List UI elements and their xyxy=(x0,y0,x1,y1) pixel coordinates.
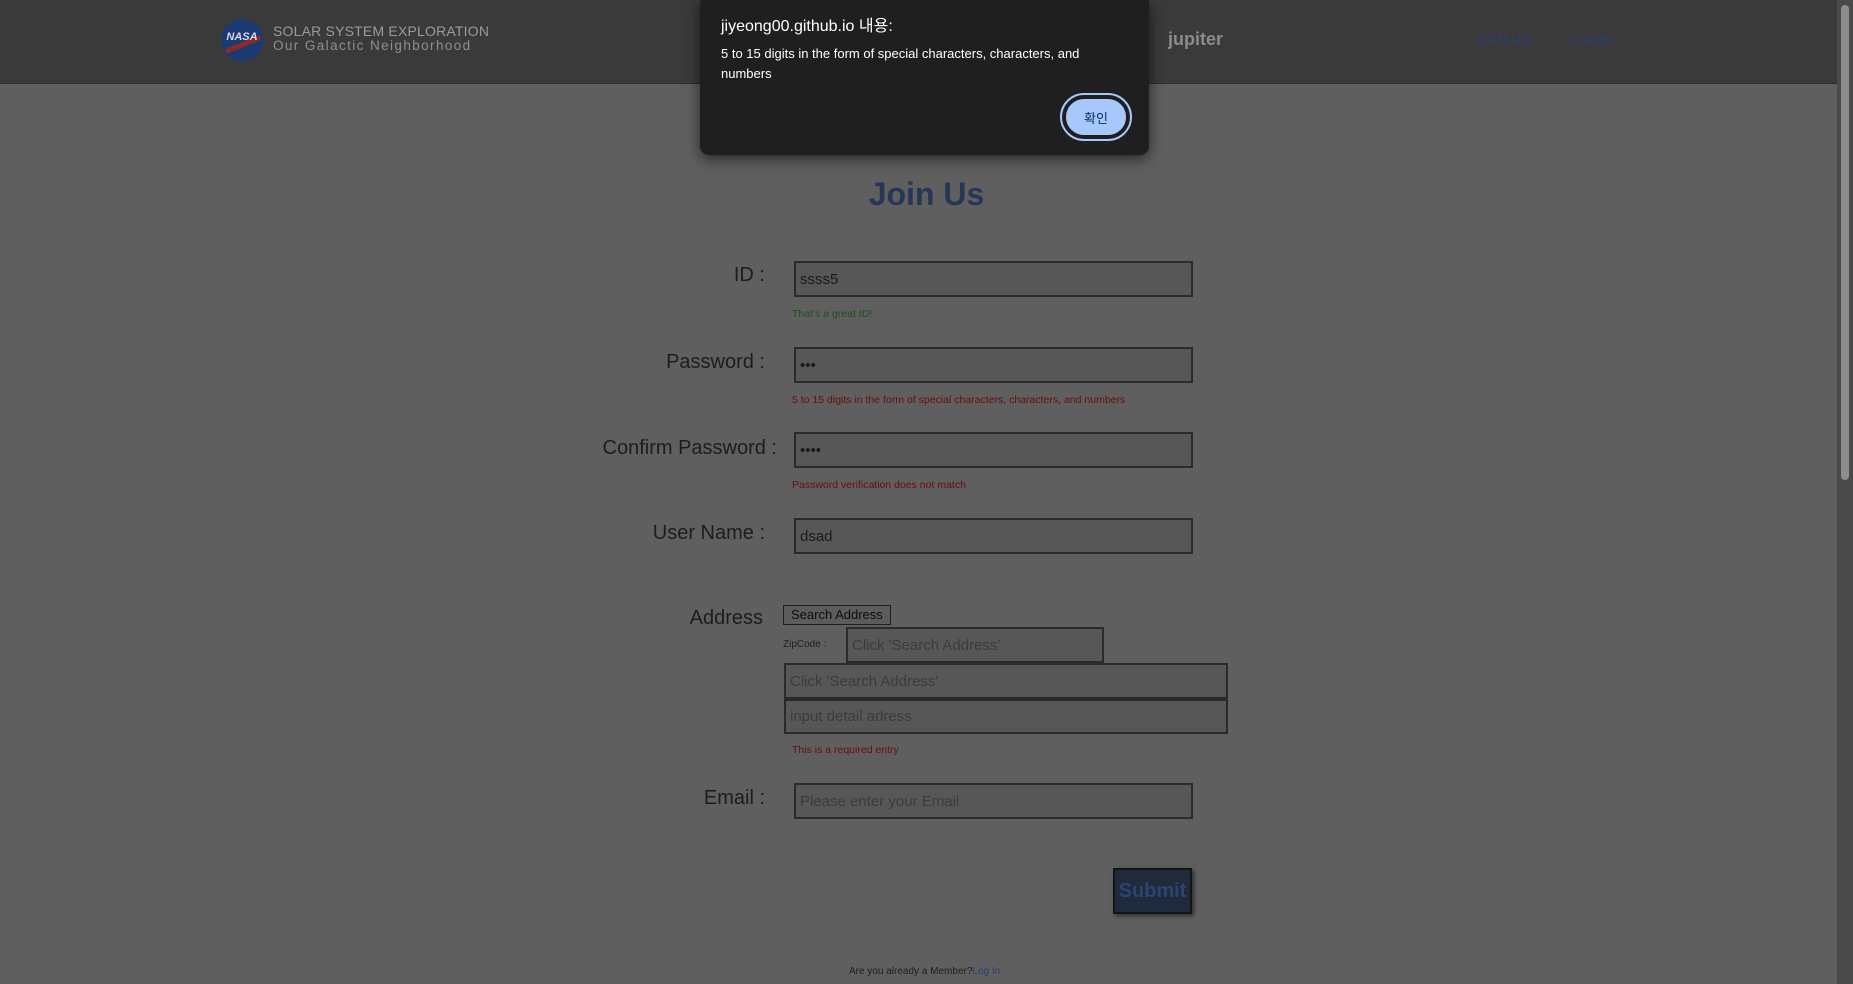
member-prompt-text: Are you already a Member? xyxy=(849,966,973,977)
user-name-label: User Name : xyxy=(652,522,765,544)
scrollbar-thumb[interactable] xyxy=(1841,5,1849,480)
nav-item-login[interactable]: LOGIN xyxy=(1569,31,1613,47)
id-input[interactable]: ssss5 xyxy=(794,261,1193,297)
confirm-password-input[interactable]: •••• xyxy=(794,432,1193,468)
zipcode-label: ZipCode : xyxy=(783,639,827,650)
id-validation-message: That's a great ID! xyxy=(792,308,873,320)
password-validation-message: 5 to 15 digits in the form of special ch… xyxy=(792,394,1126,406)
dialog-ok-button[interactable]: 확인 xyxy=(1060,93,1132,141)
password-label: Password : xyxy=(666,351,765,373)
address-detail-input[interactable]: input detail adress xyxy=(784,699,1228,734)
logo-text: NASA xyxy=(226,31,258,43)
address-label: Address xyxy=(689,607,763,629)
alert-dialog: jiyeong00.github.io 내용: 5 to 15 digits i… xyxy=(700,0,1149,155)
nav-item-join-us[interactable]: JOIN US xyxy=(1475,31,1530,47)
brand-title: SOLAR SYSTEM EXPLORATION xyxy=(273,23,490,39)
dialog-message: 5 to 15 digits in the form of special ch… xyxy=(721,46,1080,81)
nav-item-jupiter[interactable]: jupiter xyxy=(1168,29,1223,50)
address-validation-message: This is a required entry xyxy=(792,744,899,756)
user-name-input[interactable]: dsad xyxy=(794,518,1193,554)
login-link[interactable]: Log In xyxy=(972,966,1000,977)
search-address-button[interactable]: Search Address xyxy=(783,605,891,625)
email-label: Email : xyxy=(703,787,765,809)
submit-button[interactable]: Submit xyxy=(1113,868,1192,914)
address-input[interactable]: Click 'Search Address' xyxy=(784,663,1228,699)
nasa-logo-icon[interactable]: NASA xyxy=(221,19,263,61)
zipcode-input[interactable]: Click 'Search Address' xyxy=(846,627,1104,663)
confirm-password-label: Confirm Password : xyxy=(602,437,778,459)
dialog-title: jiyeong00.github.io 내용: xyxy=(721,18,893,35)
id-label: ID : xyxy=(733,264,765,286)
email-input[interactable]: Please enter your Email xyxy=(794,783,1193,819)
brand-subtitle: Our Galactic Neighborhood xyxy=(273,38,472,53)
confirm-password-validation-message: Password verification does not match xyxy=(792,479,966,491)
password-input[interactable]: ••• xyxy=(794,347,1193,383)
page-scrollbar[interactable] xyxy=(1837,0,1853,984)
page-title: Join Us xyxy=(868,176,985,212)
member-prompt: Are you already a Member?Log In xyxy=(849,966,1000,977)
